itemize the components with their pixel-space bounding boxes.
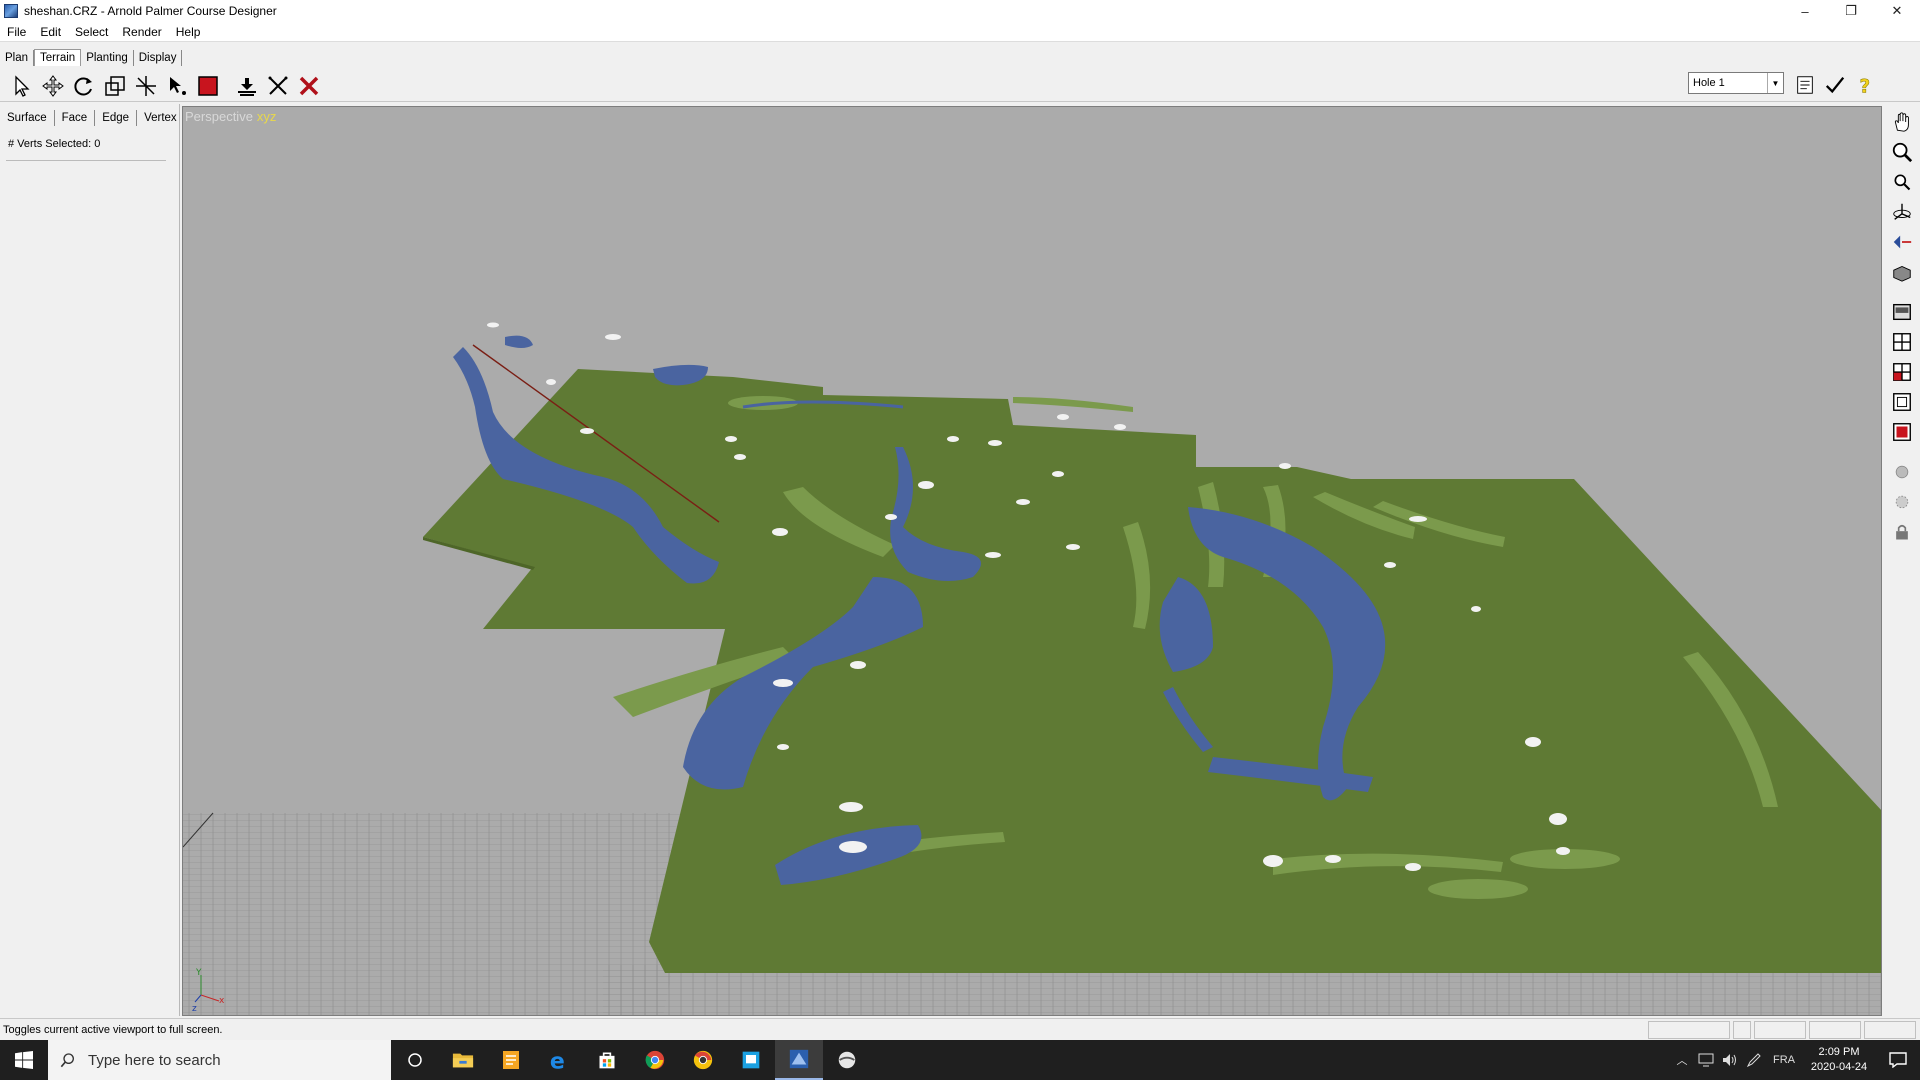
menu-select[interactable]: Select	[68, 25, 115, 39]
menu-edit[interactable]: Edit	[33, 25, 68, 39]
perspective-viewport[interactable]: Y x z Perspective xyz	[182, 106, 1882, 1016]
pan-hand-icon[interactable]	[1887, 108, 1917, 136]
edit-mode-tabs: Surface Face Edge Vertex	[0, 110, 185, 126]
svg-text:?: ?	[1860, 76, 1871, 96]
clock-date: 2020-04-24	[1810, 1061, 1868, 1073]
checkmark-icon[interactable]	[1820, 72, 1850, 98]
toolbar	[0, 70, 1920, 102]
help-icon[interactable]: ?	[1850, 72, 1880, 98]
lock-icon[interactable]	[1887, 518, 1917, 546]
app-window-icon[interactable]	[727, 1040, 775, 1080]
select-vertex-icon[interactable]	[163, 72, 191, 100]
fullscreen-red-icon[interactable]	[1887, 418, 1917, 446]
status-pane	[1648, 1021, 1730, 1039]
sphere-icon[interactable]	[1887, 458, 1917, 486]
status-message: Toggles current active viewport to full …	[3, 1023, 223, 1036]
chrome-icon[interactable]	[631, 1040, 679, 1080]
view-quad-icon[interactable]	[1887, 328, 1917, 356]
tab-edge[interactable]: Edge	[95, 110, 138, 126]
clock-time: 2:09 PM	[1818, 1046, 1860, 1058]
menu-render[interactable]: Render	[115, 25, 168, 39]
windows-start-icon[interactable]	[0, 1040, 48, 1080]
verts-selected-label: # Verts Selected: 0	[8, 138, 101, 150]
taskbar: Type here to search e ︿ FRA 2:09 PM 2020…	[0, 1040, 1920, 1080]
app-icon	[4, 4, 18, 18]
rotate-icon[interactable]	[70, 72, 98, 100]
camera-icon[interactable]	[1887, 258, 1917, 286]
store-icon[interactable]	[583, 1040, 631, 1080]
zoom-icon[interactable]	[1887, 138, 1917, 166]
tab-terrain[interactable]: Terrain	[34, 49, 82, 66]
menu-file[interactable]: File	[0, 25, 33, 39]
fullscreen-icon[interactable]	[1887, 388, 1917, 416]
search-placeholder: Type here to search	[88, 1051, 221, 1069]
select-arrow-icon[interactable]	[8, 72, 36, 100]
status-pane	[1809, 1021, 1861, 1039]
scale-icon[interactable]	[101, 72, 129, 100]
taskbar-search[interactable]: Type here to search	[48, 1040, 391, 1080]
svg-text:x: x	[219, 996, 225, 1006]
file-explorer-icon[interactable]	[439, 1040, 487, 1080]
menu-bar: File Edit Select Render Help	[0, 22, 1920, 42]
tab-face[interactable]: Face	[55, 110, 96, 126]
course-designer-taskbar-icon[interactable]	[775, 1040, 823, 1080]
hole-select-value: Hole 1	[1693, 77, 1725, 89]
view-red-icon[interactable]	[1887, 358, 1917, 386]
language-indicator[interactable]: FRA	[1766, 1040, 1802, 1080]
zoom-small-icon[interactable]	[1887, 168, 1917, 196]
close-button[interactable]: ✕	[1874, 0, 1920, 22]
orbit-icon[interactable]	[1887, 198, 1917, 226]
flatten-icon[interactable]	[233, 72, 261, 100]
pen-icon[interactable]	[1742, 1040, 1766, 1080]
notepad-app-icon[interactable]	[487, 1040, 535, 1080]
hole-select[interactable]: Hole 1 ▼	[1688, 72, 1784, 94]
svg-text:z: z	[192, 1004, 197, 1014]
system-tray: ︿ FRA 2:09 PM 2020-04-24	[1670, 1040, 1920, 1080]
chrome-alt-icon[interactable]	[679, 1040, 727, 1080]
chevron-up-icon[interactable]: ︿	[1670, 1040, 1694, 1080]
svg-text:e: e	[550, 1049, 565, 1071]
golf-ball-icon[interactable]	[823, 1040, 871, 1080]
viewport-name: Perspective	[185, 109, 253, 124]
svg-text:Y: Y	[195, 968, 202, 978]
clock[interactable]: 2:09 PM 2020-04-24	[1802, 1045, 1876, 1075]
menu-help[interactable]: Help	[169, 25, 208, 39]
edge-browser-icon[interactable]: e	[535, 1040, 583, 1080]
navigation-toolbar	[1884, 106, 1920, 1016]
window-title: sheshan.CRZ - Arnold Palmer Course Desig…	[24, 4, 277, 18]
fly-icon[interactable]	[1887, 228, 1917, 256]
notes-icon[interactable]	[1790, 72, 1820, 98]
tab-planting[interactable]: Planting	[81, 50, 134, 66]
status-pane	[1754, 1021, 1806, 1039]
cross-tool-icon[interactable]	[264, 72, 292, 100]
title-bar: sheshan.CRZ - Arnold Palmer Course Desig…	[0, 0, 1920, 22]
status-pane-icon	[1733, 1021, 1751, 1039]
search-icon	[60, 1053, 74, 1068]
delete-icon[interactable]	[295, 72, 323, 100]
tab-display[interactable]: Display	[134, 50, 183, 66]
terrain-scene: Y x z	[183, 322, 1881, 1015]
left-panel: Surface Face Edge Vertex # Verts Selecte…	[0, 104, 185, 1016]
volume-icon[interactable]	[1718, 1040, 1742, 1080]
cortana-icon[interactable]	[391, 1040, 439, 1080]
sphere-outline-icon[interactable]	[1887, 488, 1917, 516]
move-icon[interactable]	[39, 72, 67, 100]
mode-tabs: Plan Terrain Planting Display	[0, 46, 183, 66]
notification-icon[interactable]	[1876, 1040, 1920, 1080]
maximize-button[interactable]: ❐	[1828, 0, 1874, 22]
red-square-icon[interactable]	[194, 72, 222, 100]
status-bar: Toggles current active viewport to full …	[0, 1018, 1920, 1040]
tab-surface[interactable]: Surface	[0, 110, 55, 126]
divider	[6, 160, 166, 161]
status-pane	[1864, 1021, 1916, 1039]
tab-plan[interactable]: Plan	[0, 50, 35, 66]
viewport-axes-label: xyz	[256, 109, 277, 124]
minimize-button[interactable]: –	[1782, 0, 1828, 22]
split-icon[interactable]	[132, 72, 160, 100]
view-single-icon[interactable]	[1887, 298, 1917, 326]
tab-vertex[interactable]: Vertex	[137, 110, 185, 126]
chevron-down-icon[interactable]: ▼	[1767, 73, 1783, 93]
network-icon[interactable]	[1694, 1040, 1718, 1080]
viewport-label: Perspective xyz	[185, 109, 276, 124]
